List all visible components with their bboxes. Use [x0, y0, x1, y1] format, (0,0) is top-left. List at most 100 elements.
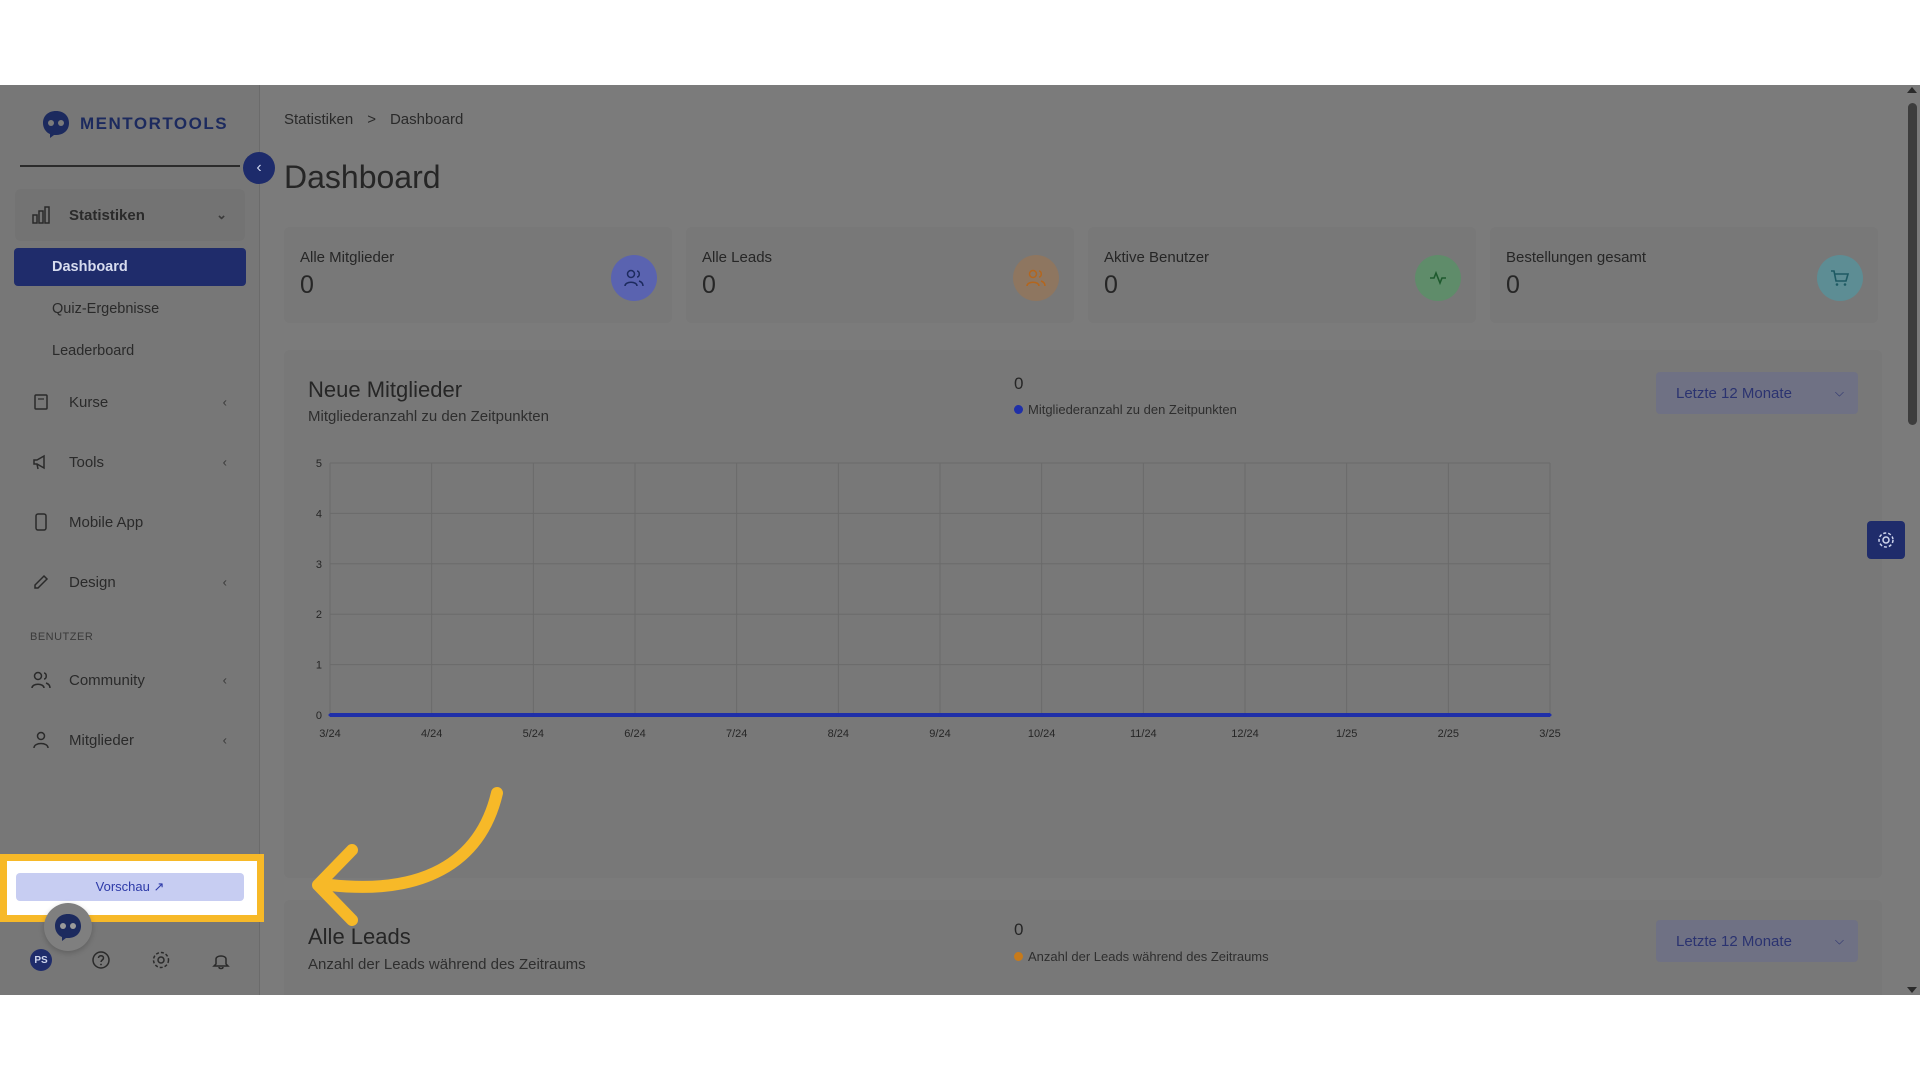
- stat-value: 0: [702, 271, 716, 299]
- data-point: [938, 713, 942, 717]
- stat-card-alle-mitglieder[interactable]: Alle Mitglieder 0: [284, 227, 672, 323]
- mentortools-logo-icon: [43, 111, 69, 138]
- stat-label: Alle Leads: [702, 249, 773, 266]
- nav-group-label: Community: [69, 671, 145, 689]
- x-tick-label: 3/25: [1539, 728, 1560, 740]
- avatar[interactable]: PS: [30, 949, 52, 971]
- sidebar: MENTORTOOLS Statistiken ⌄ Dashboard Quiz…: [0, 85, 264, 995]
- sidebar-item-leaderboard[interactable]: Leaderboard: [14, 332, 246, 370]
- nav-group-label: Design: [69, 573, 116, 591]
- x-tick-label: 11/24: [1130, 728, 1157, 740]
- bar-chart-icon: [31, 205, 51, 225]
- sidebar-item-quiz-ergebnisse[interactable]: Quiz-Ergebnisse: [14, 290, 246, 328]
- scroll-down-arrow[interactable]: [1907, 987, 1917, 993]
- chevron-down-icon: ⌵: [1834, 933, 1844, 948]
- nav-group-mitglieder[interactable]: Mitglieder ‹: [15, 714, 245, 766]
- nav-group-mobile-app[interactable]: Mobile App: [15, 496, 245, 548]
- users-icon: [1013, 255, 1059, 301]
- breadcrumb-root[interactable]: Statistiken: [284, 111, 353, 128]
- data-point: [430, 713, 434, 717]
- phone-icon: [31, 512, 51, 532]
- stat-value: 0: [1506, 271, 1520, 299]
- x-tick-label: 2/25: [1438, 728, 1459, 740]
- data-point: [1141, 713, 1145, 717]
- nav-group-tools[interactable]: Tools ‹: [15, 436, 245, 488]
- data-point: [328, 713, 332, 717]
- stat-label: Bestellungen gesamt: [1506, 249, 1647, 266]
- x-tick-label: 4/24: [421, 728, 442, 740]
- panel-subtitle: Anzahl der Leads während des Zeitraums: [308, 956, 586, 973]
- scrollbar[interactable]: [1905, 85, 1920, 995]
- breadcrumb-separator: >: [367, 111, 376, 128]
- sidebar-item-dashboard[interactable]: Dashboard: [14, 248, 246, 286]
- stat-card-alle-leads[interactable]: Alle Leads 0: [686, 227, 1074, 323]
- logo-divider: [20, 165, 240, 167]
- users-icon: [31, 670, 51, 690]
- chevron-left-icon: ‹: [222, 732, 227, 748]
- brand-logo[interactable]: MENTORTOOLS: [40, 109, 228, 139]
- legend-dot: [1014, 952, 1023, 961]
- preview-button[interactable]: Vorschau ↗: [16, 873, 244, 901]
- nav-group-kurse[interactable]: Kurse ‹: [15, 376, 245, 428]
- nav-group-label: Kurse: [69, 393, 109, 411]
- y-tick-label: 4: [316, 508, 322, 520]
- chevron-left-icon: ‹: [222, 672, 227, 688]
- section-label-benutzer: BENUTZER: [30, 631, 94, 643]
- data-point: [735, 713, 739, 717]
- help-icon[interactable]: [90, 949, 112, 971]
- assistant-bot-icon[interactable]: [44, 903, 92, 951]
- y-tick-label: 0: [316, 710, 322, 722]
- chart-panel-alle-leads: Alle Leads Anzahl der Leads während des …: [284, 900, 1882, 995]
- stat-label: Aktive Benutzer: [1104, 249, 1210, 266]
- x-tick-label: 10/24: [1028, 728, 1056, 740]
- activity-icon: [1415, 255, 1461, 301]
- nav-group-community[interactable]: Community ‹: [15, 654, 245, 706]
- nav-group-design[interactable]: Design ‹: [15, 556, 245, 608]
- book-icon: [31, 392, 51, 412]
- settings-float-button[interactable]: [1867, 521, 1905, 559]
- x-tick-label: 5/24: [523, 728, 544, 740]
- stat-card-aktive-benutzer[interactable]: Aktive Benutzer 0: [1088, 227, 1476, 323]
- chevron-left-icon: ‹: [256, 159, 262, 176]
- gear-icon: [1878, 532, 1894, 548]
- range-select-value: Letzte 12 Monate: [1676, 932, 1792, 950]
- chevron-down-icon: ⌄: [216, 207, 227, 222]
- chevron-left-icon: ‹: [222, 454, 227, 470]
- data-point: [1040, 713, 1044, 717]
- chart-panel-neue-mitglieder: Neue Mitglieder Mitgliederanzahl zu den …: [284, 350, 1882, 878]
- stat-card-bestellungen-gesamt[interactable]: Bestellungen gesamt 0: [1490, 227, 1878, 323]
- edit-icon: [31, 572, 51, 592]
- x-tick-label: 8/24: [828, 728, 849, 740]
- chevron-left-icon: ‹: [222, 394, 227, 410]
- app-frame: MENTORTOOLS Statistiken ⌄ Dashboard Quiz…: [0, 85, 1920, 995]
- panel-count: 0: [1014, 920, 1024, 939]
- panel-title: Alle Leads: [308, 924, 411, 949]
- scroll-thumb[interactable]: [1908, 103, 1917, 425]
- data-point: [633, 713, 637, 717]
- stat-value: 0: [300, 271, 314, 299]
- data-point: [836, 713, 840, 717]
- data-point: [531, 713, 535, 717]
- legend-label: Anzahl der Leads während des Zeitraums: [1028, 949, 1269, 964]
- stat-value: 0: [1104, 271, 1118, 299]
- bell-icon[interactable]: [210, 949, 232, 971]
- stat-label: Alle Mitglieder: [300, 249, 395, 266]
- user-icon: [31, 730, 51, 750]
- data-point: [1345, 713, 1349, 717]
- range-select[interactable]: Letzte 12 Monate ⌵: [1656, 920, 1858, 962]
- nav-group-statistiken[interactable]: Statistiken ⌄: [15, 189, 245, 241]
- main-content: Statistiken > Dashboard Dashboard Alle M…: [262, 85, 1902, 995]
- x-tick-label: 7/24: [726, 728, 747, 740]
- gear-icon[interactable]: [150, 949, 172, 971]
- nav-group-label: Tools: [69, 453, 105, 471]
- x-tick-label: 1/25: [1336, 728, 1357, 740]
- y-tick-label: 5: [316, 458, 322, 470]
- scroll-up-arrow[interactable]: [1907, 87, 1917, 93]
- data-point: [1446, 713, 1450, 717]
- breadcrumb-current: Dashboard: [389, 111, 464, 128]
- chevron-left-icon: ‹: [222, 574, 227, 590]
- chart-legend[interactable]: Anzahl der Leads während des Zeitraums: [1014, 949, 1269, 964]
- x-tick-label: 12/24: [1231, 728, 1259, 740]
- sidebar-collapse-button[interactable]: ‹: [243, 152, 275, 184]
- users-icon: [611, 255, 657, 301]
